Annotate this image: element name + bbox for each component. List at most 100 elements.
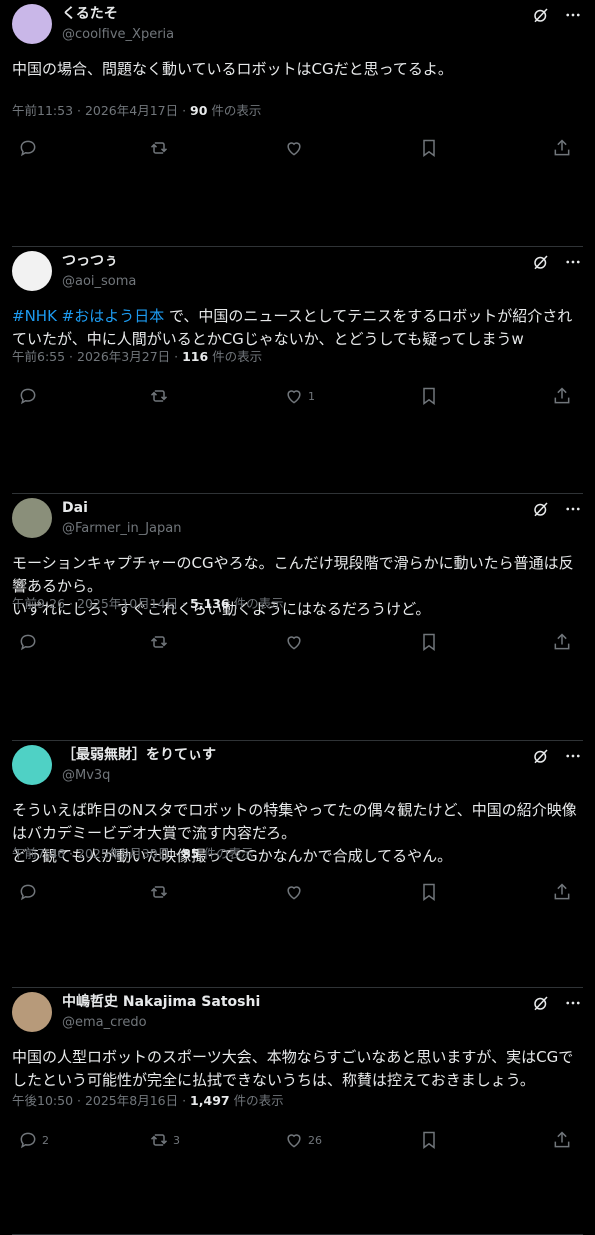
reply-post[interactable]: ［最弱無財］をりてぃす @Mv3q そういえば昨日のNスタでロボットの特集やってたの… xyxy=(0,741,595,988)
bookmark-button[interactable] xyxy=(419,880,439,904)
reply-button[interactable] xyxy=(18,630,42,654)
share-button[interactable] xyxy=(552,384,572,408)
post-actions: 1 xyxy=(12,384,583,408)
action-count: 1 xyxy=(308,389,315,403)
post-timestamp[interactable]: 午前6:55 · 2026年3月27日 · xyxy=(12,349,182,364)
author-names: ［最弱無財］をりてぃす @Mv3q xyxy=(62,746,216,785)
avatar[interactable] xyxy=(12,745,52,785)
user-handle[interactable]: @aoi_soma xyxy=(62,273,136,291)
post-header-icons xyxy=(531,252,583,272)
more-options-icon[interactable] xyxy=(563,746,583,766)
user-handle[interactable]: @coolfive_Xperia xyxy=(62,26,174,44)
post-header: ［最弱無財］をりてぃす @Mv3q xyxy=(12,745,583,787)
view-count-suffix: 件の表示 xyxy=(207,103,262,118)
repost-icon xyxy=(149,138,169,158)
bookmark-button[interactable] xyxy=(419,630,439,654)
reply-post[interactable]: Dai @Farmer_in_Japan モーションキャプチャーのCGやろな。こんだ… xyxy=(0,494,595,741)
post-text: 中国の場合、問題なく動いているロボットはCGだと思ってるよ。 xyxy=(12,58,581,81)
display-name[interactable]: つっつぅ xyxy=(62,252,136,270)
action-count: 26 xyxy=(308,1133,322,1147)
like-button[interactable]: 26 xyxy=(284,1128,322,1152)
reply-feed: くるたそ @coolfive_Xperia 中国の場合、問題なく動いているロボットは… xyxy=(0,0,595,1235)
post-meta: 午前7:46 · 2025年9月30日 · 85 件の表示 xyxy=(12,843,253,862)
more-options-icon[interactable] xyxy=(563,5,583,25)
reply-icon xyxy=(18,882,38,902)
post-actions xyxy=(12,136,583,160)
repost-button[interactable] xyxy=(149,136,173,160)
reply-icon xyxy=(18,138,38,158)
repost-icon xyxy=(149,386,169,406)
view-count-suffix: 件の表示 xyxy=(199,846,254,861)
bookmark-button[interactable] xyxy=(419,1128,439,1152)
display-name[interactable]: ［最弱無財］をりてぃす xyxy=(62,746,216,764)
display-name[interactable]: Dai xyxy=(62,499,181,517)
user-handle[interactable]: @Mv3q xyxy=(62,767,216,785)
hashtags[interactable]: #NHK #おはよう日本 xyxy=(12,307,164,325)
post-body: 中国の場合、問題なく動いているロボットはCGだと思ってるよ。 xyxy=(12,60,453,78)
grok-icon[interactable] xyxy=(531,746,551,766)
user-handle[interactable]: @Farmer_in_Japan xyxy=(62,520,181,538)
post-meta: 午前9:26 · 2025年10月14日 · 5,136 件の表示 xyxy=(12,593,284,612)
avatar[interactable] xyxy=(12,992,52,1032)
post-header: つっつぅ @aoi_soma xyxy=(12,251,583,293)
share-button[interactable] xyxy=(552,136,572,160)
post-header-icons xyxy=(531,499,583,519)
post-timestamp[interactable]: 午前9:26 · 2025年10月14日 · xyxy=(12,596,190,611)
grok-icon[interactable] xyxy=(531,993,551,1013)
like-button[interactable] xyxy=(284,136,308,160)
grok-icon[interactable] xyxy=(531,499,551,519)
share-button[interactable] xyxy=(552,880,572,904)
post-timestamp[interactable]: 午前7:46 · 2025年9月30日 · xyxy=(12,846,182,861)
reply-post[interactable]: つっつぅ @aoi_soma #NHK #おはよう日本 で、中国のニュースとしてテニ… xyxy=(0,247,595,494)
post-timestamp[interactable]: 午前11:53 · 2026年4月17日 · xyxy=(12,103,190,118)
more-options-icon[interactable] xyxy=(563,993,583,1013)
bookmark-icon xyxy=(419,1130,439,1150)
bookmark-button[interactable] xyxy=(419,136,439,160)
share-button[interactable] xyxy=(552,630,572,654)
repost-icon xyxy=(149,1130,169,1150)
share-icon xyxy=(552,882,572,902)
bookmark-icon xyxy=(419,138,439,158)
reply-icon xyxy=(18,632,38,652)
share-icon xyxy=(552,138,572,158)
share-button[interactable] xyxy=(552,1128,572,1152)
post-meta: 午前11:53 · 2026年4月17日 · 90 件の表示 xyxy=(12,100,261,119)
post-meta: 午後10:50 · 2025年8月16日 · 1,497 件の表示 xyxy=(12,1090,284,1109)
more-options-icon[interactable] xyxy=(563,252,583,272)
reply-icon xyxy=(18,386,38,406)
repost-button[interactable]: 3 xyxy=(149,1128,180,1152)
like-button[interactable] xyxy=(284,630,308,654)
bookmark-icon xyxy=(419,632,439,652)
repost-button[interactable] xyxy=(149,630,173,654)
author-names: つっつぅ @aoi_soma xyxy=(62,252,136,291)
action-count: 2 xyxy=(42,1133,49,1147)
avatar[interactable] xyxy=(12,498,52,538)
display-name[interactable]: くるたそ xyxy=(62,5,174,23)
reply-button[interactable] xyxy=(18,384,42,408)
view-count: 85 xyxy=(182,846,200,861)
post-text: #NHK #おはよう日本 で、中国のニュースとしてテニスをするロボットが紹介され… xyxy=(12,305,581,351)
bookmark-button[interactable] xyxy=(419,384,439,408)
post-timestamp[interactable]: 午後10:50 · 2025年8月16日 · xyxy=(12,1093,190,1108)
action-count: 3 xyxy=(173,1133,180,1147)
reply-button[interactable] xyxy=(18,136,42,160)
reply-button[interactable] xyxy=(18,880,42,904)
repost-button[interactable] xyxy=(149,384,173,408)
repost-button[interactable] xyxy=(149,880,173,904)
like-button[interactable] xyxy=(284,880,308,904)
author-names: くるたそ @coolfive_Xperia xyxy=(62,5,174,44)
share-icon xyxy=(552,1130,572,1150)
avatar[interactable] xyxy=(12,4,52,44)
post-header-icons xyxy=(531,5,583,25)
author-names: Dai @Farmer_in_Japan xyxy=(62,499,181,538)
more-options-icon[interactable] xyxy=(563,499,583,519)
grok-icon[interactable] xyxy=(531,252,551,272)
reply-post[interactable]: 中嶋哲史 Nakajima Satoshi @ema_credo 中国の人型ロボット… xyxy=(0,988,595,1235)
display-name[interactable]: 中嶋哲史 Nakajima Satoshi xyxy=(62,993,260,1011)
like-button[interactable]: 1 xyxy=(284,384,315,408)
reply-post[interactable]: くるたそ @coolfive_Xperia 中国の場合、問題なく動いているロボットは… xyxy=(0,0,595,247)
grok-icon[interactable] xyxy=(531,5,551,25)
reply-button[interactable]: 2 xyxy=(18,1128,49,1152)
avatar[interactable] xyxy=(12,251,52,291)
user-handle[interactable]: @ema_credo xyxy=(62,1014,260,1032)
